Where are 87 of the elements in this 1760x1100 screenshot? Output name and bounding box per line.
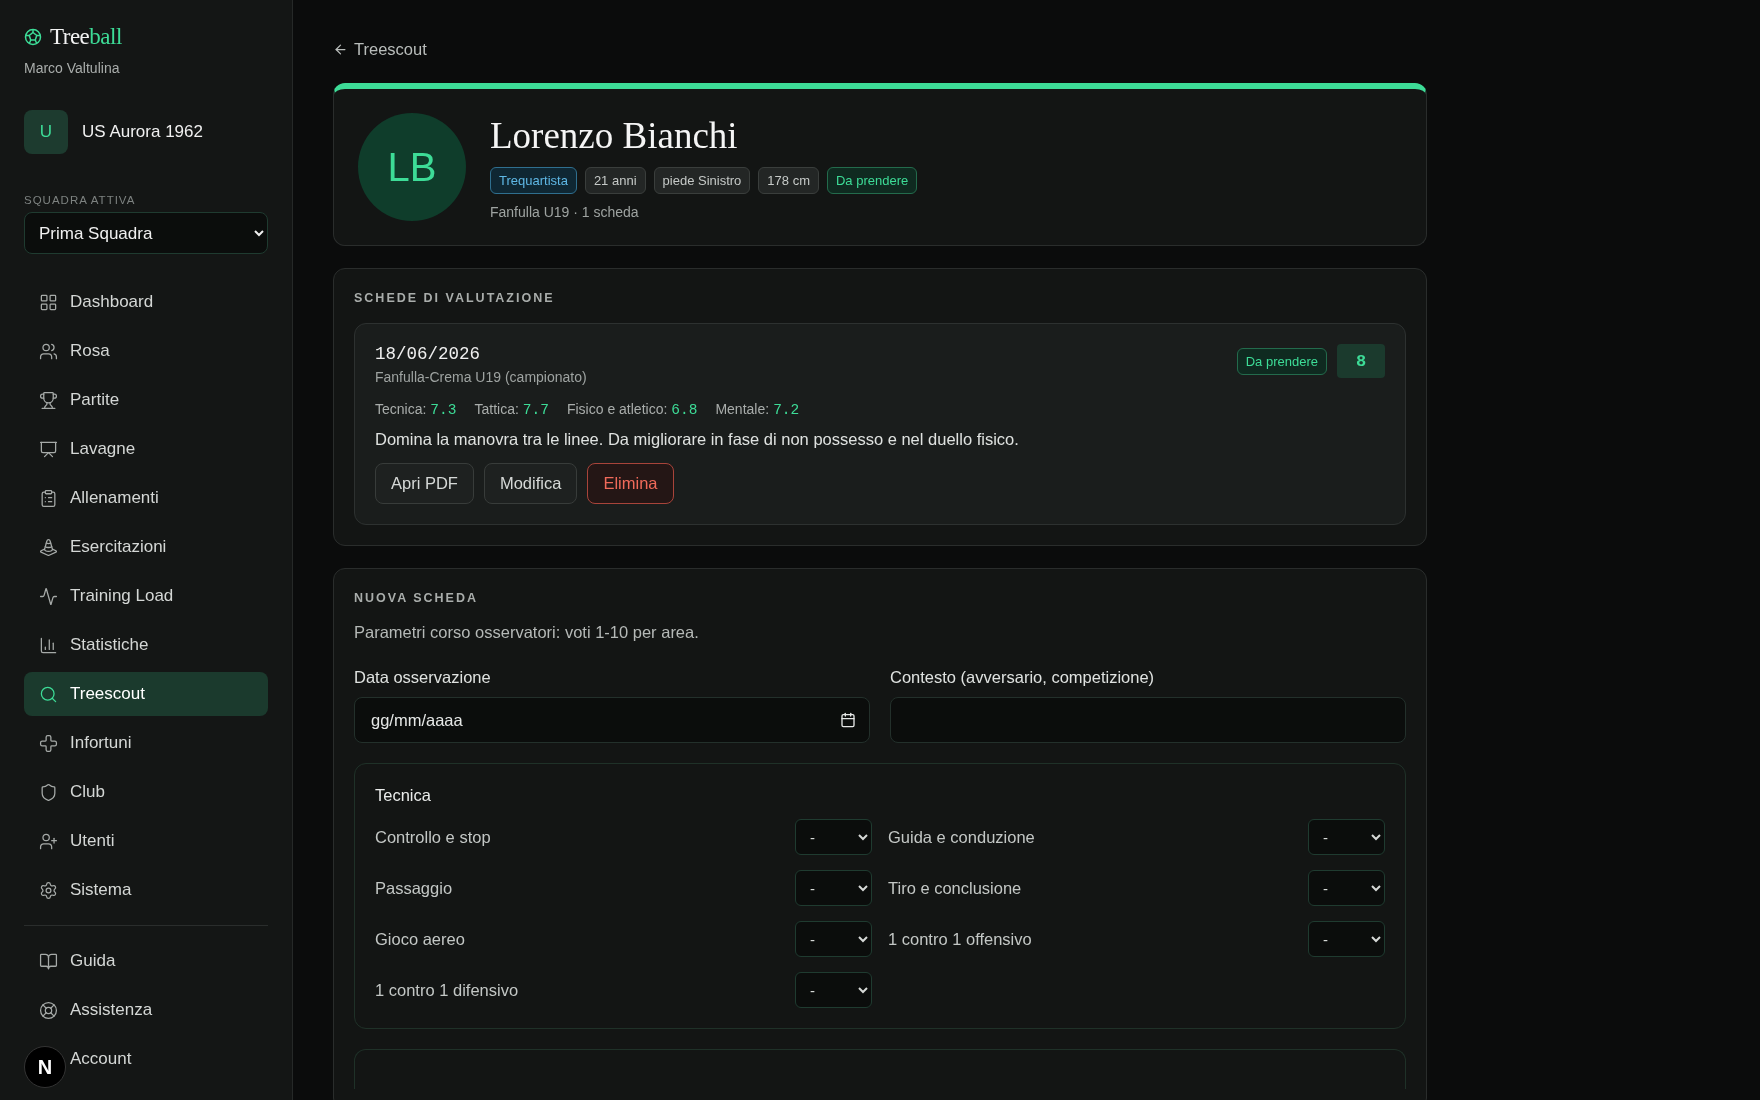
input-field[interactable] [890, 697, 1406, 743]
score-select[interactable]: - [795, 972, 872, 1008]
user-plus-icon [39, 831, 58, 851]
cross-icon [39, 733, 58, 753]
evaluation-date: 18/06/2026 [375, 344, 482, 364]
area-score: 6.8 [671, 402, 698, 418]
clipboard-icon [39, 488, 58, 508]
score-select[interactable]: - [795, 921, 872, 957]
player-tag: 21 anni [584, 167, 646, 194]
overall-score: 8 [1337, 344, 1385, 378]
form-hint: Parametri corso osservatori: voti 1-10 per area. [354, 623, 699, 642]
easel-icon [39, 439, 58, 459]
score-select[interactable]: - [1308, 870, 1385, 906]
nav-item[interactable]: Treescout [24, 672, 268, 716]
ball-icon [24, 28, 42, 46]
player-meta: Fanfulla U19 · 1 scheda [490, 204, 639, 220]
book-icon [39, 951, 58, 971]
app-logo: Treeball [24, 24, 122, 50]
nav-item[interactable]: Utenti [24, 819, 268, 863]
nav-item[interactable]: Dashboard [24, 280, 268, 324]
score-select[interactable]: - [1308, 819, 1385, 855]
nav-item[interactable]: Statistiche [24, 623, 268, 667]
search-icon [39, 684, 58, 704]
calendar-icon[interactable] [840, 712, 856, 728]
area-label: Fisico e atletico: [566, 401, 668, 417]
area-label: Tattica: [474, 401, 519, 417]
field-label: Contesto (avversario, competizione) [890, 668, 1155, 687]
player-tag: Da prendere [826, 167, 918, 194]
nav-item[interactable]: Lavagne [24, 427, 268, 471]
team-label: SQUADRA ATTIVA [24, 194, 136, 206]
dev-badge[interactable]: N [24, 1046, 66, 1088]
criterion-label: 1 contro 1 offensivo [888, 929, 1032, 949]
evaluation-note: Domina la manovra tra le linee. Da migliorare in fase di non possesso e nel duello fisico. [375, 430, 1019, 449]
action-button[interactable]: Apri PDF [375, 463, 474, 504]
team-select[interactable]: Prima Squadra [24, 212, 268, 254]
delete-button[interactable]: Elimina [587, 463, 674, 504]
evaluation-context: Fanfulla-Crema U19 (campionato) [375, 369, 587, 385]
score-select[interactable]: - [795, 819, 872, 855]
lifebuoy-icon [39, 1000, 58, 1020]
player-tag: piede Sinistro [653, 167, 751, 194]
criterion-label: Gioco aereo [375, 929, 465, 949]
bar-chart-icon [39, 635, 58, 655]
field-label: Data osservazione [354, 668, 491, 687]
date-field[interactable]: gg/mm/aaaa [354, 697, 870, 743]
nav-item[interactable]: Sistema [24, 868, 268, 912]
section-title: SCHEDE DI VALUTAZIONE [354, 291, 555, 305]
nav-item[interactable]: Assistenza [24, 988, 268, 1032]
nav-item[interactable]: Infortuni [24, 721, 268, 765]
player-name: Lorenzo Bianchi [490, 114, 739, 157]
score-select[interactable]: - [1308, 921, 1385, 957]
score-select[interactable]: - [795, 870, 872, 906]
user-name: Marco Valtulina [24, 60, 120, 76]
action-button[interactable]: Modifica [483, 463, 578, 504]
pulse-icon [39, 586, 58, 606]
area-label: Tecnica: [375, 401, 427, 417]
verdict-tag: Da prendere [1236, 347, 1327, 375]
section-heading: Tecnica [375, 786, 431, 805]
area-score: 7.7 [522, 402, 549, 418]
club-initial: U [24, 110, 68, 154]
player-tag: Trequartista [490, 167, 577, 194]
player-avatar: LB [358, 113, 466, 221]
section-title: NUOVA SCHEDA [354, 591, 478, 605]
trophy-icon [39, 390, 58, 410]
settings-icon [39, 880, 58, 900]
nav-item[interactable]: Club [24, 770, 268, 814]
area-score: 7.3 [430, 402, 457, 418]
criterion-label: Passaggio [375, 878, 453, 898]
criterion-label: Tiro e conclusione [888, 878, 1022, 898]
nav-item[interactable]: Training Load [24, 574, 268, 618]
criterion-label: 1 contro 1 difensivo [375, 980, 519, 1000]
users-icon [39, 341, 58, 361]
nav-item[interactable]: Rosa [24, 329, 268, 373]
shield-icon [39, 782, 58, 802]
nav-item[interactable]: Esercitazioni [24, 525, 268, 569]
criterion-label: Controllo e stop [375, 827, 491, 847]
cone-icon [39, 537, 58, 557]
nav-item[interactable]: Account [70, 1037, 268, 1081]
player-tag: 178 cm [758, 167, 819, 194]
nav-item[interactable]: Guida [24, 939, 268, 983]
grid-icon [39, 292, 58, 312]
nav-item[interactable]: Allenamenti [24, 476, 268, 520]
criterion-label: Guida e conduzione [888, 827, 1035, 847]
area-score: 7.2 [773, 402, 800, 418]
nav-item[interactable]: Partite [24, 378, 268, 422]
club-name: US Aurora 1962 [82, 122, 203, 142]
area-label: Mentale: [715, 401, 770, 417]
back-link[interactable]: Treescout [333, 40, 427, 59]
